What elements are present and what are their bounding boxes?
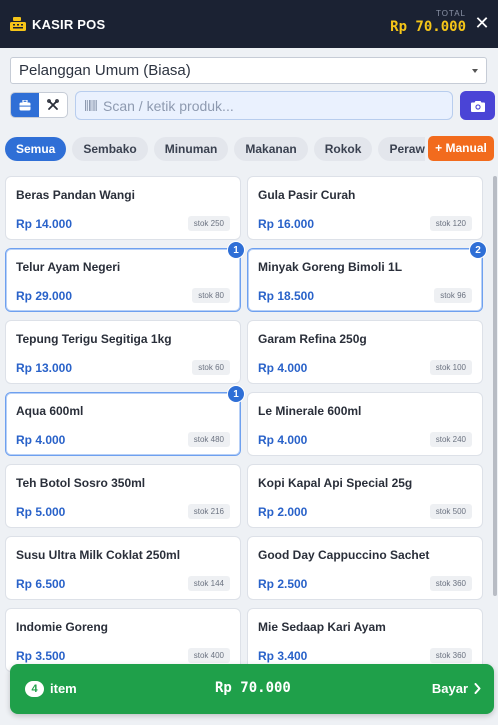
product-name: Teh Botol Sosro 350ml xyxy=(16,476,146,490)
product-name: Susu Ultra Milk Coklat 250ml xyxy=(16,548,181,562)
product-card[interactable]: Minyak Goreng Bimoli 1L Rp 18.500 stok 96 2 xyxy=(247,241,487,312)
product-card[interactable]: Garam Refina 250g Rp 4.000 stok 100 xyxy=(247,320,483,384)
product-name: Tepung Terigu Segitiga 1kg xyxy=(16,332,172,346)
product-price: Rp 2.500 xyxy=(258,577,308,591)
product-stock-badge: stok 80 xyxy=(192,288,230,303)
scan-field xyxy=(75,91,453,120)
product-card[interactable]: Susu Ultra Milk Coklat 250ml Rp 6.500 stok… xyxy=(5,536,241,600)
tools-mode-button[interactable] xyxy=(39,93,67,117)
product-grid: Beras Pandan Wangi Rp 14.000 stok 250 Gula … xyxy=(5,176,492,725)
barcode-icon xyxy=(85,100,97,111)
product-card[interactable]: Mie Sedaap Kari Ayam Rp 3.400 stok 360 xyxy=(247,608,483,672)
product-stock-badge: stok 240 xyxy=(429,432,472,447)
product-price: Rp 4.000 xyxy=(258,361,308,375)
product-price: Rp 4.000 xyxy=(16,433,66,447)
product-price: Rp 3.500 xyxy=(16,649,66,663)
product-stock-badge: stok 216 xyxy=(187,504,230,519)
tab-semua[interactable]: Semua xyxy=(5,137,67,161)
caret-down-icon xyxy=(472,69,478,73)
scrollbar-thumb[interactable] xyxy=(493,176,497,596)
product-price: Rp 13.000 xyxy=(16,361,73,375)
cart-total: Rp 70.000 xyxy=(215,680,291,696)
product-price: Rp 16.000 xyxy=(258,217,315,231)
product-grid-scrollbar[interactable] xyxy=(493,176,498,691)
product-price: Rp 14.000 xyxy=(16,217,73,231)
tools-icon xyxy=(47,99,59,110)
product-name: Garam Refina 250g xyxy=(258,332,367,346)
product-price: Rp 29.000 xyxy=(16,289,73,303)
customer-select-value: Pelanggan Umum (Biasa) xyxy=(19,62,191,79)
product-price: Rp 3.400 xyxy=(258,649,308,663)
close-button[interactable]: ✕ xyxy=(472,12,492,34)
camera-icon xyxy=(470,100,485,112)
product-card[interactable]: Telur Ayam Negeri Rp 29.000 stok 80 1 xyxy=(5,241,245,312)
product-price: Rp 6.500 xyxy=(16,577,66,591)
product-card[interactable]: Kopi Kapal Api Special 25g Rp 2.000 stok 5… xyxy=(247,464,483,528)
header-total: TOTAL Rp 70.000 xyxy=(390,9,466,35)
total-label: TOTAL xyxy=(435,9,466,18)
total-value: Rp 70.000 xyxy=(390,19,466,35)
product-stock-badge: stok 400 xyxy=(187,648,230,663)
product-card[interactable]: Le Minerale 600ml Rp 4.000 stok 240 xyxy=(247,392,483,456)
view-mode-toggle xyxy=(10,92,68,118)
customer-select[interactable]: Pelanggan Umum (Biasa) xyxy=(10,57,487,84)
product-card[interactable]: Indomie Goreng Rp 3.500 stok 400 xyxy=(5,608,241,672)
product-name: Aqua 600ml xyxy=(16,404,84,418)
product-stock-badge: stok 100 xyxy=(429,360,472,375)
cart-count-badge: 4 xyxy=(25,681,44,697)
product-stock-badge: stok 120 xyxy=(429,216,472,231)
product-price: Rp 4.000 xyxy=(258,433,308,447)
product-name: Beras Pandan Wangi xyxy=(16,188,135,202)
product-stock-badge: stok 480 xyxy=(187,432,230,447)
grid-mode-button[interactable] xyxy=(11,93,39,117)
scan-input[interactable] xyxy=(103,97,433,114)
grid-view-icon xyxy=(19,99,31,110)
cart-qty-badge: 2 xyxy=(469,241,487,259)
cart-qty-badge: 1 xyxy=(227,241,245,259)
product-card[interactable]: Good Day Cappuccino Sachet Rp 2.500 stok 3… xyxy=(247,536,483,600)
cash-register-icon xyxy=(10,17,26,31)
product-card[interactable]: Teh Botol Sosro 350ml Rp 5.000 stok 216 xyxy=(5,464,241,528)
product-stock-badge: stok 360 xyxy=(429,576,472,591)
product-name: Telur Ayam Negeri xyxy=(16,260,121,274)
app-title: KASIR POS xyxy=(32,16,106,32)
tab-makanan[interactable]: Makanan xyxy=(234,137,308,161)
product-name: Le Minerale 600ml xyxy=(258,404,362,418)
manual-entry-button[interactable]: + Manual xyxy=(428,136,494,161)
product-card[interactable]: Beras Pandan Wangi Rp 14.000 stok 250 xyxy=(5,176,241,240)
product-price: Rp 18.500 xyxy=(258,289,315,303)
product-name: Mie Sedaap Kari Ayam xyxy=(258,620,386,634)
product-stock-badge: stok 144 xyxy=(187,576,230,591)
tab-perawatan[interactable]: Perawatan xyxy=(378,137,425,161)
chevron-right-icon xyxy=(474,683,481,694)
cart-item-label: item xyxy=(50,681,77,696)
tab-rokok[interactable]: Rokok xyxy=(313,137,373,161)
product-card[interactable]: Aqua 600ml Rp 4.000 stok 480 1 xyxy=(5,385,245,456)
product-name: Good Day Cappuccino Sachet xyxy=(258,548,430,562)
product-name: Gula Pasir Curah xyxy=(258,188,356,202)
tab-sembako[interactable]: Sembako xyxy=(72,137,148,161)
product-name: Minyak Goreng Bimoli 1L xyxy=(258,260,403,274)
product-stock-badge: stok 250 xyxy=(187,216,230,231)
app-header: KASIR POS TOTAL Rp 70.000 ✕ xyxy=(0,0,498,48)
product-price: Rp 5.000 xyxy=(16,505,66,519)
product-card[interactable]: Gula Pasir Curah Rp 16.000 stok 120 xyxy=(247,176,483,240)
product-stock-badge: stok 500 xyxy=(429,504,472,519)
checkout-bar[interactable]: 4 item Rp 70.000 Bayar xyxy=(10,664,494,714)
product-card[interactable]: Tepung Terigu Segitiga 1kg Rp 13.000 stok … xyxy=(5,320,241,384)
product-name: Kopi Kapal Api Special 25g xyxy=(258,476,413,490)
category-tabs: SemuaSembakoMinumanMakananRokokPerawatan xyxy=(5,137,425,161)
product-stock-badge: stok 60 xyxy=(192,360,230,375)
cart-qty-badge: 1 xyxy=(227,385,245,403)
camera-scan-button[interactable] xyxy=(460,91,495,120)
tab-minuman[interactable]: Minuman xyxy=(153,137,229,161)
pay-button-label: Bayar xyxy=(431,681,468,696)
product-stock-badge: stok 360 xyxy=(429,648,472,663)
product-stock-badge: stok 96 xyxy=(434,288,472,303)
product-price: Rp 2.000 xyxy=(258,505,308,519)
product-name: Indomie Goreng xyxy=(16,620,109,634)
